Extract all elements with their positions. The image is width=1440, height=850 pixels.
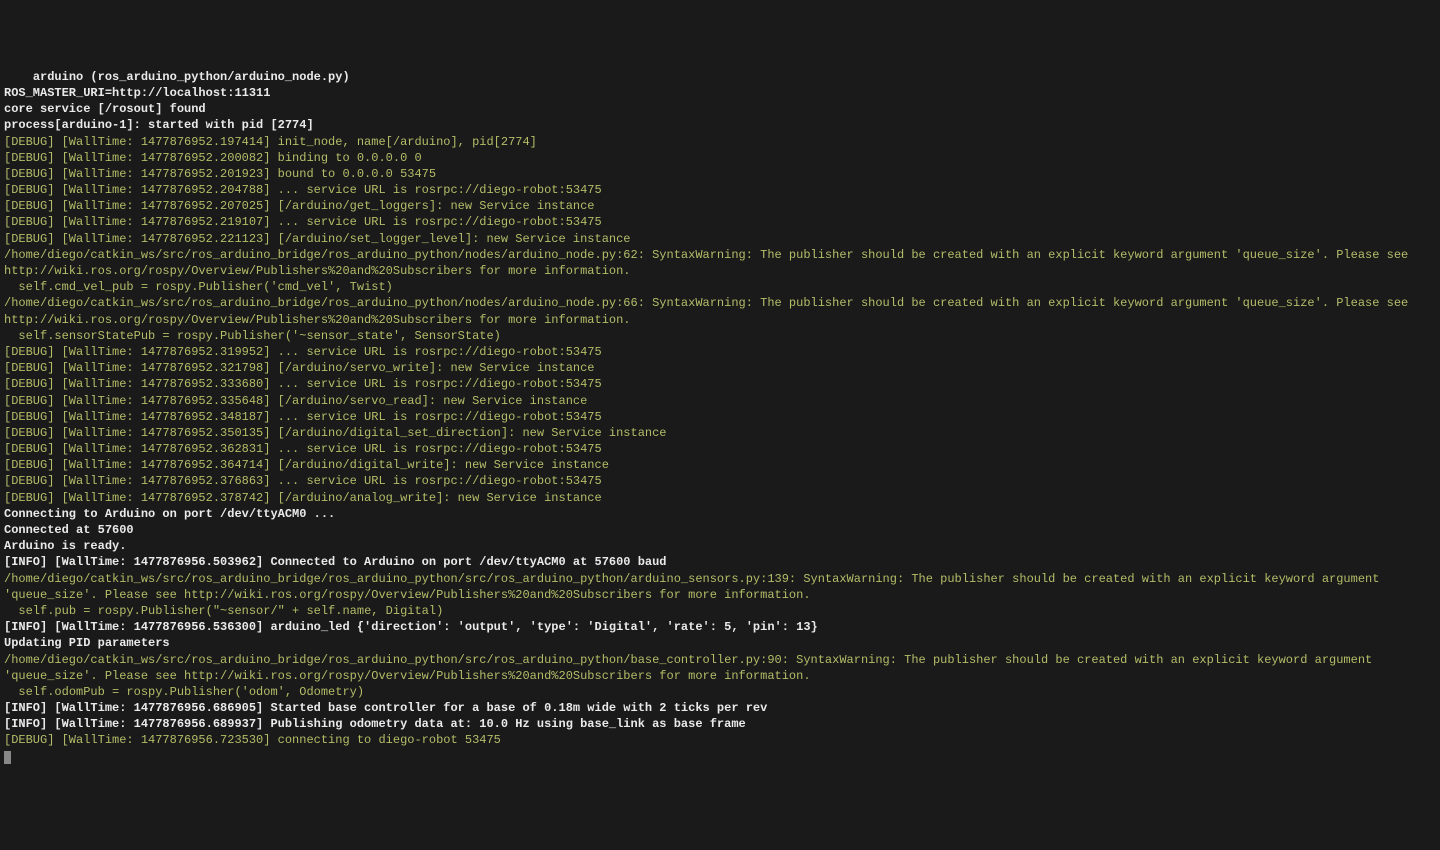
terminal-line: self.sensorStatePub = rospy.Publisher('~… [4, 328, 1436, 344]
terminal-line: [DEBUG] [WallTime: 1477876952.204788] ..… [4, 182, 1436, 198]
terminal-line: /home/diego/catkin_ws/src/ros_arduino_br… [4, 652, 1436, 684]
terminal-line: Updating PID parameters [4, 635, 1436, 651]
terminal-line: /home/diego/catkin_ws/src/ros_arduino_br… [4, 247, 1436, 279]
terminal-line: [DEBUG] [WallTime: 1477876952.376863] ..… [4, 473, 1436, 489]
terminal-line: [DEBUG] [WallTime: 1477876952.201923] bo… [4, 166, 1436, 182]
terminal-output[interactable]: arduino (ros_arduino_python/arduino_node… [4, 69, 1436, 765]
cursor-icon [4, 751, 11, 764]
terminal-line: [DEBUG] [WallTime: 1477876952.335648] [/… [4, 393, 1436, 409]
terminal-line: [DEBUG] [WallTime: 1477876952.221123] [/… [4, 231, 1436, 247]
terminal-line: [DEBUG] [WallTime: 1477876952.319952] ..… [4, 344, 1436, 360]
terminal-line: [DEBUG] [WallTime: 1477876956.723530] co… [4, 732, 1436, 748]
terminal-line: self.cmd_vel_pub = rospy.Publisher('cmd_… [4, 279, 1436, 295]
terminal-line: self.pub = rospy.Publisher("~sensor/" + … [4, 603, 1436, 619]
terminal-line: [DEBUG] [WallTime: 1477876952.219107] ..… [4, 214, 1436, 230]
terminal-line: [DEBUG] [WallTime: 1477876952.350135] [/… [4, 425, 1436, 441]
terminal-line: [DEBUG] [WallTime: 1477876952.378742] [/… [4, 490, 1436, 506]
terminal-line: [DEBUG] [WallTime: 1477876952.321798] [/… [4, 360, 1436, 376]
terminal-line: [DEBUG] [WallTime: 1477876952.207025] [/… [4, 198, 1436, 214]
terminal-line: [INFO] [WallTime: 1477876956.536300] ard… [4, 619, 1436, 635]
terminal-line: [DEBUG] [WallTime: 1477876952.200082] bi… [4, 150, 1436, 166]
terminal-cursor-line [4, 749, 1436, 765]
terminal-line: Arduino is ready. [4, 538, 1436, 554]
terminal-line: [DEBUG] [WallTime: 1477876952.348187] ..… [4, 409, 1436, 425]
terminal-line: self.odomPub = rospy.Publisher('odom', O… [4, 684, 1436, 700]
terminal-line: [INFO] [WallTime: 1477876956.503962] Con… [4, 554, 1436, 570]
terminal-line: [INFO] [WallTime: 1477876956.686905] Sta… [4, 700, 1436, 716]
terminal-line: arduino (ros_arduino_python/arduino_node… [4, 69, 1436, 85]
terminal-line: [INFO] [WallTime: 1477876956.689937] Pub… [4, 716, 1436, 732]
terminal-line: /home/diego/catkin_ws/src/ros_arduino_br… [4, 571, 1436, 603]
terminal-line: [DEBUG] [WallTime: 1477876952.362831] ..… [4, 441, 1436, 457]
terminal-line: core service [/rosout] found [4, 101, 1436, 117]
terminal-line: [DEBUG] [WallTime: 1477876952.364714] [/… [4, 457, 1436, 473]
terminal-line: [DEBUG] [WallTime: 1477876952.197414] in… [4, 134, 1436, 150]
terminal-line: Connected at 57600 [4, 522, 1436, 538]
terminal-line: Connecting to Arduino on port /dev/ttyAC… [4, 506, 1436, 522]
terminal-line: [DEBUG] [WallTime: 1477876952.333680] ..… [4, 376, 1436, 392]
terminal-line: /home/diego/catkin_ws/src/ros_arduino_br… [4, 295, 1436, 327]
terminal-line: process[arduino-1]: started with pid [27… [4, 117, 1436, 133]
terminal-line: ROS_MASTER_URI=http://localhost:11311 [4, 85, 1436, 101]
